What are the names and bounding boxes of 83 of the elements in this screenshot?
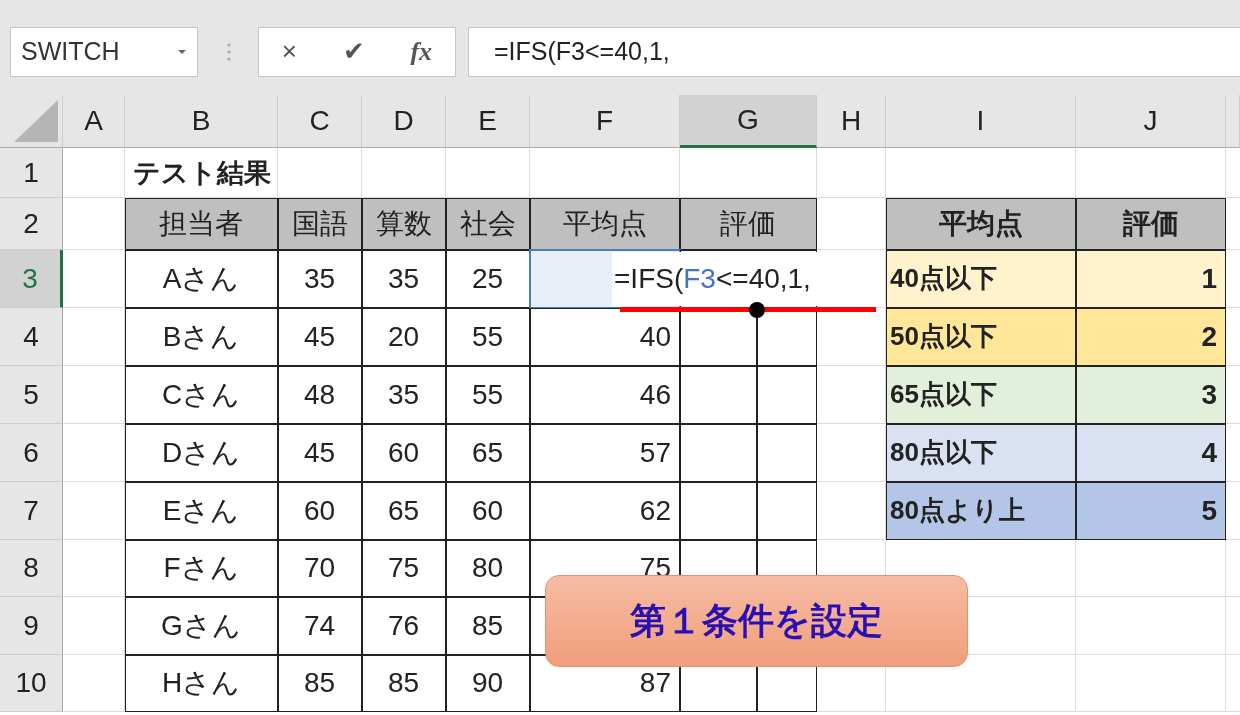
dropdown-caret-icon[interactable] [177,48,187,55]
band-value-cell: 3 [1076,366,1226,424]
table-cell: 48 [278,366,362,424]
table-cell: 85 [446,597,530,655]
header-cell: 評価 [680,198,817,250]
formula-button[interactable]: × [277,36,302,67]
table-cell: 20 [362,308,446,366]
header-cell: 担当者 [125,198,278,250]
table-cell: 76 [362,597,446,655]
select-all-icon[interactable] [14,100,58,142]
table-cell: 46 [530,366,680,424]
table-cell: 35 [362,366,446,424]
header-cell: 平均点 [530,198,680,250]
table-cell: 65 [362,482,446,540]
table-cell: 62 [530,482,680,540]
table-cell: 57 [530,424,680,482]
table-cell: 35 [362,250,446,308]
band-value-cell: 2 [1076,308,1226,366]
table-cell: 70 [278,540,362,597]
row-header[interactable]: 1 [0,148,63,198]
table-cell: 45 [278,424,362,482]
band-label-cell: 80点以下 [886,424,1076,482]
row-header[interactable]: 2 [0,198,63,250]
column-header[interactable]: C [278,95,362,148]
row-header[interactable]: 9 [0,597,63,655]
name-box[interactable]: SWITCH [10,26,198,77]
band-value-cell: 4 [1076,424,1226,482]
column-header[interactable]: G [680,95,817,148]
formula-button[interactable]: ✔ [338,36,369,67]
table-cell: 74 [278,597,362,655]
header-cell: 国語 [278,198,362,250]
band-value-cell: 5 [1076,482,1226,540]
column-header[interactable]: H [817,95,886,148]
table-cell: 90 [446,655,530,712]
column-header[interactable] [1226,95,1240,148]
table-cell: 45 [278,308,362,366]
column-header[interactable]: F [530,95,680,148]
empty-cell [817,148,886,198]
table-cell: Bさん [125,308,278,366]
band-value-cell: 1 [1076,250,1226,308]
band-label-cell: 40点以下 [886,250,1076,308]
column-header[interactable]: B [125,95,278,148]
row-header[interactable]: 3 [0,250,63,308]
table-cell: 55 [446,308,530,366]
table-cell: Eさん [125,482,278,540]
table-cell: Dさん [125,424,278,482]
table-cell: Hさん [125,655,278,712]
header-cell: 平均点 [886,198,1076,250]
band-label-cell: 65点以下 [886,366,1076,424]
column-header[interactable]: D [362,95,446,148]
table-cell: 35 [278,250,362,308]
table-cell: Aさん [125,250,278,308]
pointer-dot [749,302,765,318]
header-cell: 社会 [446,198,530,250]
table-cell: 85 [362,655,446,712]
row-header[interactable]: 8 [0,540,63,597]
column-header[interactable]: E [446,95,530,148]
header-cell: 算数 [362,198,446,250]
row-header[interactable]: 5 [0,366,63,424]
row-header[interactable]: 7 [0,482,63,540]
row-header[interactable]: 10 [0,655,63,712]
column-header[interactable]: I [886,95,1076,148]
column-header[interactable]: J [1076,95,1226,148]
callout-label: 第１条件を設定 [545,575,968,667]
table-cell: 65 [446,424,530,482]
band-label-cell: 50点以下 [886,308,1076,366]
band-label-cell: 80点より上 [886,482,1076,540]
table-cell: 60 [278,482,362,540]
row-header[interactable]: 6 [0,424,63,482]
formula-bar[interactable]: =IFS(F3<=40,1, [468,26,1240,77]
table-cell: 80 [446,540,530,597]
table-cell: 75 [362,540,446,597]
table-cell: Cさん [125,366,278,424]
table-cell: Fさん [125,540,278,597]
column-header[interactable]: A [63,95,125,148]
table-cell: 85 [278,655,362,712]
formula-button[interactable]: fx [406,36,437,67]
header-cell: 評価 [1076,198,1226,250]
table-cell: 60 [362,424,446,482]
table-cell: 60 [446,482,530,540]
table-cell: Gさん [125,597,278,655]
table-cell: 55 [446,366,530,424]
row-header[interactable]: 4 [0,308,63,366]
